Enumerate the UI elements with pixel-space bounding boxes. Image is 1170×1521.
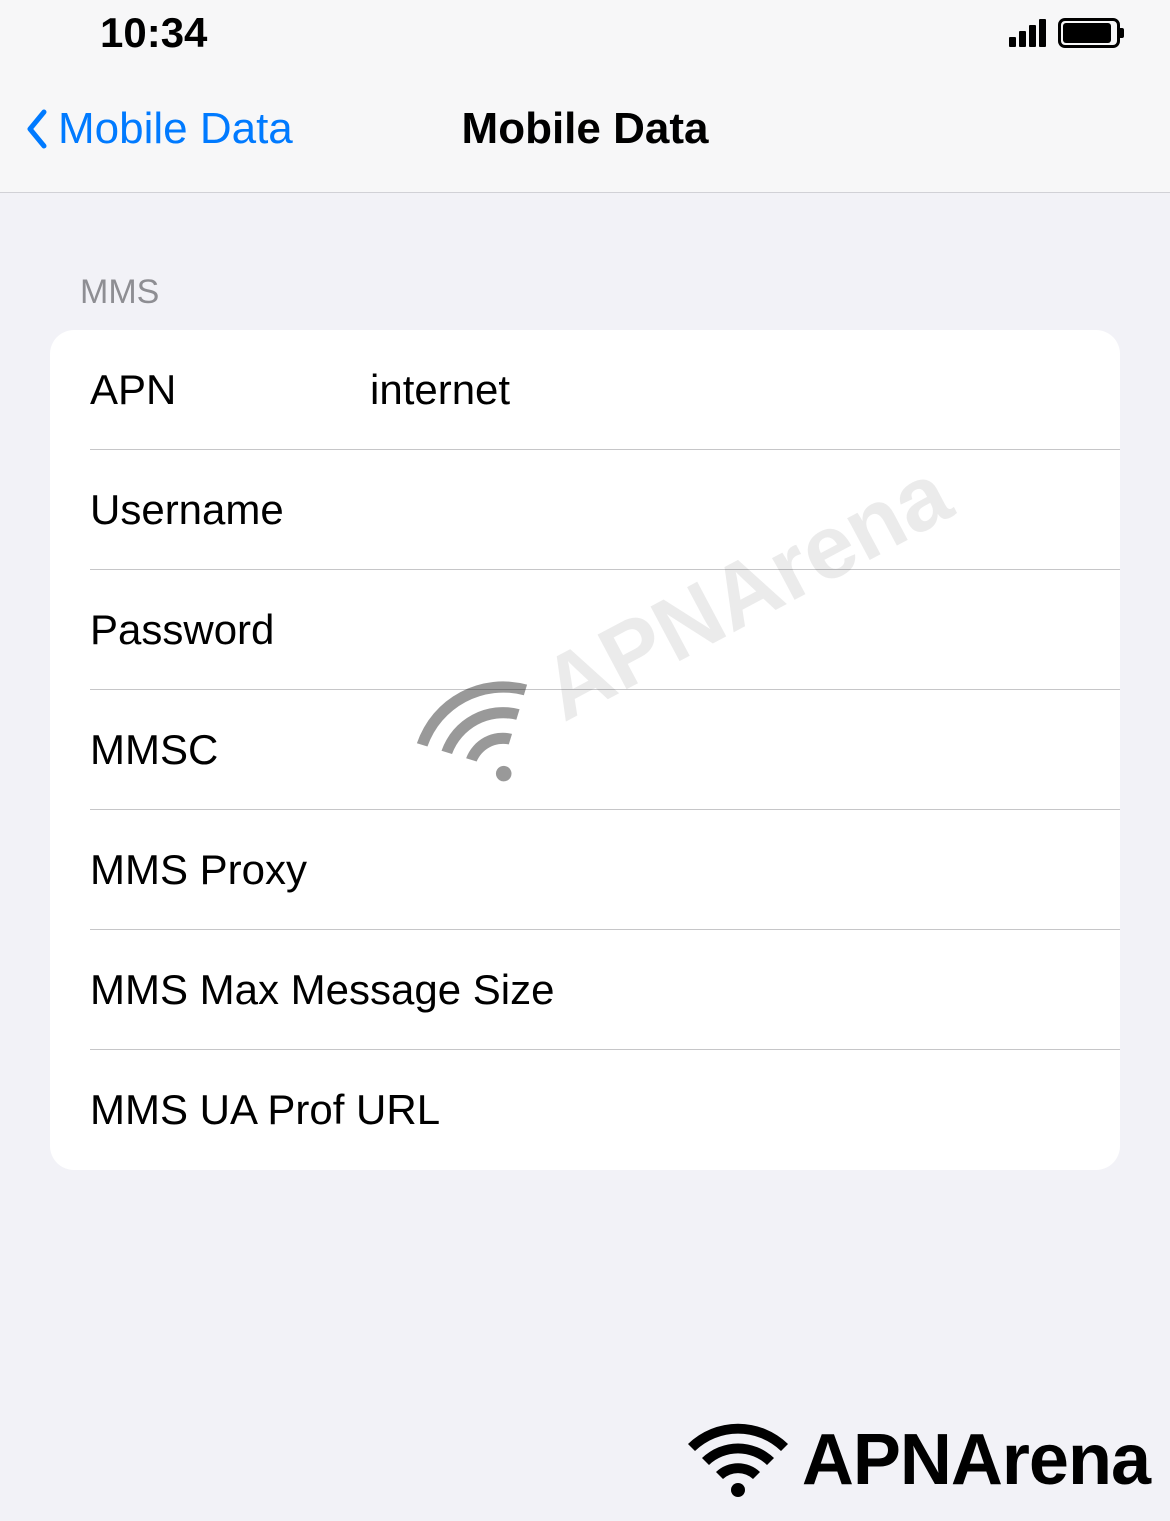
label-username: Username bbox=[90, 486, 370, 534]
status-bar: 10:34 bbox=[0, 0, 1170, 65]
row-username[interactable]: Username bbox=[50, 450, 1120, 570]
row-password[interactable]: Password bbox=[50, 570, 1120, 690]
footer-brand: APNArena bbox=[688, 1419, 1150, 1501]
label-password: Password bbox=[90, 606, 370, 654]
label-mms-proxy: MMS Proxy bbox=[90, 846, 307, 894]
row-mms-max-message-size[interactable]: MMS Max Message Size bbox=[50, 930, 1120, 1050]
label-mms-max-message-size: MMS Max Message Size bbox=[90, 966, 554, 1014]
section-header-mms: MMS bbox=[50, 273, 1120, 312]
battery-icon bbox=[1058, 18, 1120, 48]
settings-group-mms: APN internet Username Password MMSC MMS … bbox=[50, 330, 1120, 1170]
back-label: Mobile Data bbox=[58, 104, 293, 154]
cellular-signal-icon bbox=[1009, 19, 1046, 47]
chevron-left-icon bbox=[24, 108, 48, 150]
status-time: 10:34 bbox=[100, 9, 207, 57]
row-mmsc[interactable]: MMSC bbox=[50, 690, 1120, 810]
back-button[interactable]: Mobile Data bbox=[24, 104, 293, 154]
footer-brand-text: APNArena bbox=[802, 1419, 1150, 1501]
label-mmsc: MMSC bbox=[90, 726, 370, 774]
wifi-icon bbox=[688, 1420, 788, 1500]
content-area: MMS APN internet Username Password MMSC … bbox=[0, 193, 1170, 1170]
row-apn[interactable]: APN internet bbox=[50, 330, 1120, 450]
navigation-bar: Mobile Data Mobile Data bbox=[0, 65, 1170, 193]
label-apn: APN bbox=[90, 366, 370, 414]
value-apn[interactable]: internet bbox=[370, 366, 1080, 414]
page-title: Mobile Data bbox=[462, 104, 709, 154]
status-icons bbox=[1009, 18, 1120, 48]
row-mms-proxy[interactable]: MMS Proxy bbox=[50, 810, 1120, 930]
label-mms-ua-prof-url: MMS UA Prof URL bbox=[90, 1086, 440, 1134]
row-mms-ua-prof-url[interactable]: MMS UA Prof URL bbox=[50, 1050, 1120, 1170]
